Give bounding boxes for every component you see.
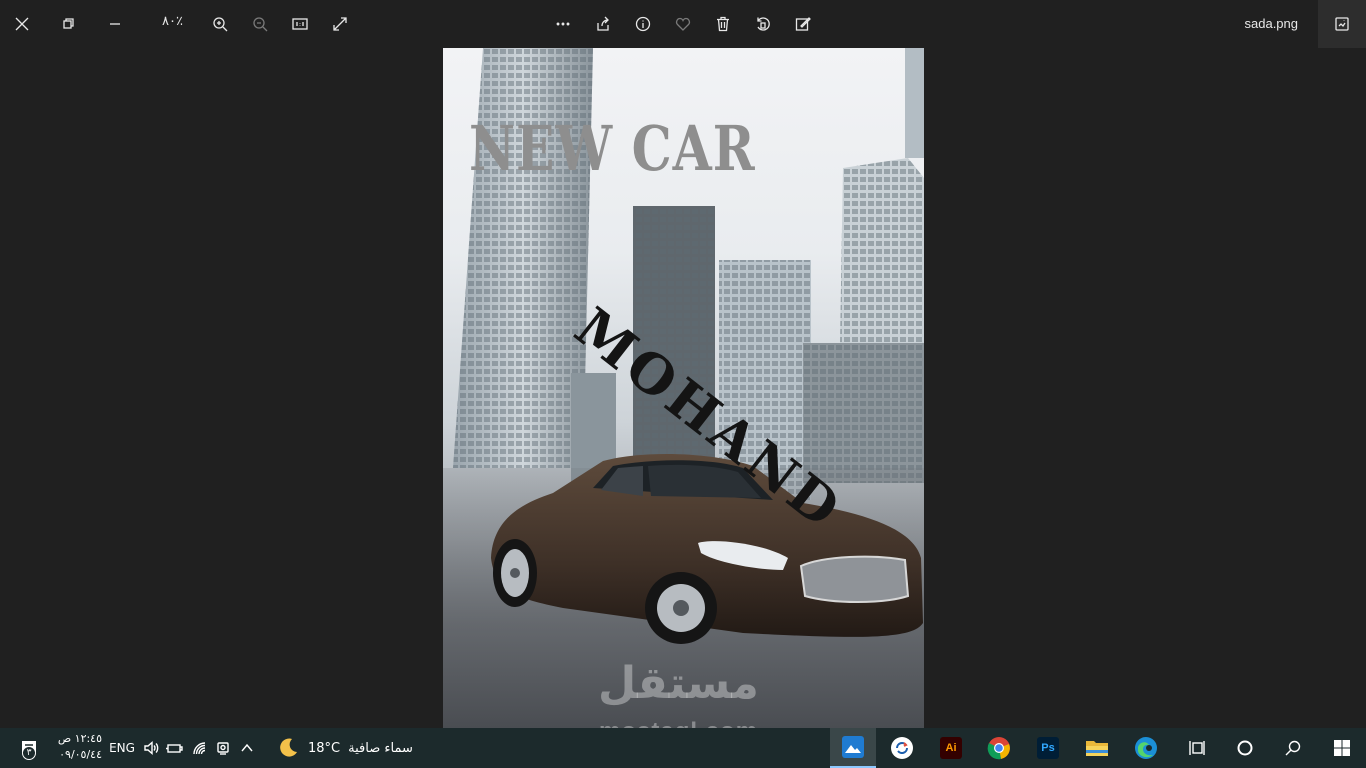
more-button[interactable] [547, 8, 579, 40]
taskbar-app-edge[interactable] [1123, 728, 1169, 768]
hidden-icons-button[interactable] [236, 728, 258, 768]
clock[interactable]: ١٢:٤٥ ص ٠٩/٠٥/٤٤ [52, 731, 102, 763]
filmstrip-button[interactable] [1318, 0, 1366, 48]
clock-time: ١٢:٤٥ ص [57, 732, 102, 745]
edit-button[interactable] [787, 8, 819, 40]
edit-icon [795, 17, 811, 31]
battery-icon [166, 744, 183, 753]
minimize-icon [110, 23, 120, 25]
wifi-icon [193, 742, 206, 755]
share-icon [597, 16, 609, 31]
displayed-image[interactable]: NEW CAR MOHAND مستقل mostaql.com [443, 48, 924, 728]
meet-now-button[interactable] [212, 728, 234, 768]
camera-icon [217, 742, 229, 755]
search-button[interactable] [1270, 728, 1316, 768]
photo-headline: NEW CAR [469, 112, 756, 186]
weather-temperature: 18°C [308, 740, 341, 756]
favorite-button[interactable] [667, 8, 699, 40]
zoom-in-button[interactable] [204, 8, 236, 40]
chrome-app-icon [987, 737, 1010, 760]
zoom-out-button[interactable] [244, 8, 276, 40]
filmstrip-icon [1335, 17, 1349, 31]
minimize-button[interactable] [99, 8, 131, 40]
illustrator-app-icon: Ai [940, 737, 962, 759]
actual-size-button[interactable] [284, 8, 316, 40]
taskbar-app-photoshop[interactable]: Ps [1025, 728, 1071, 768]
notification-center-button[interactable]: ٣ [6, 728, 50, 768]
close-button[interactable] [6, 8, 38, 40]
notification-count: ٣ [22, 746, 36, 760]
photoshop-app-icon: Ps [1037, 737, 1059, 759]
battery-button[interactable] [163, 728, 185, 768]
watermark-arabic: مستقل [598, 658, 759, 709]
sync-app-icon [891, 737, 913, 759]
fullscreen-button[interactable] [324, 8, 356, 40]
info-button[interactable] [627, 8, 659, 40]
taskbar-app-illustrator[interactable]: Ai [928, 728, 974, 768]
weather-widget[interactable]: 18°C سماء صافية [276, 728, 426, 768]
cortana-icon [1237, 740, 1253, 756]
taskbar-app-sync[interactable] [879, 728, 925, 768]
delete-icon [717, 16, 729, 32]
favorite-icon [675, 17, 691, 31]
clock-date: ٠٩/٠٥/٤٤ [59, 748, 102, 761]
rotate-icon [757, 17, 770, 31]
folder-icon [1086, 741, 1108, 756]
share-button[interactable] [587, 8, 619, 40]
actual-size-icon [292, 18, 308, 30]
restore-button[interactable] [52, 8, 84, 40]
windows-logo-icon [1334, 740, 1350, 756]
moon-icon [280, 738, 297, 757]
file-name: sada.png [1244, 16, 1299, 31]
weather-condition: سماء صافية [348, 740, 413, 756]
volume-button[interactable] [140, 728, 162, 768]
language-indicator[interactable]: ENG [108, 728, 136, 768]
task-view-button[interactable] [1174, 728, 1220, 768]
info-icon [635, 16, 651, 32]
delete-button[interactable] [707, 8, 739, 40]
watermark-latin: mostaql.com [599, 718, 758, 728]
speaker-icon [144, 740, 159, 756]
restore-icon [63, 18, 74, 29]
more-icon [556, 22, 570, 26]
wifi-button[interactable] [188, 728, 210, 768]
edge-app-icon [1135, 737, 1157, 759]
cortana-button[interactable] [1222, 728, 1268, 768]
taskbar-app-photos[interactable] [830, 728, 876, 768]
rotate-button[interactable] [747, 8, 779, 40]
fullscreen-icon [333, 17, 347, 31]
zoom-level-label: ٨٠٪ [162, 14, 183, 29]
zoom-out-icon [253, 17, 268, 32]
search-icon [1285, 740, 1301, 756]
taskbar-app-file-explorer[interactable] [1074, 728, 1120, 768]
viewer-toolbar: ٨٠٪ sada.png [0, 0, 1366, 48]
task-view-icon [1189, 741, 1205, 755]
chevron-up-icon [241, 743, 253, 752]
taskbar: ٣ ١٢:٤٥ ص ٠٩/٠٥/٤٤ ENG 18°C سماء صافية A… [0, 728, 1366, 768]
taskbar-app-chrome[interactable] [976, 728, 1022, 768]
zoom-in-icon [213, 17, 228, 32]
start-button[interactable] [1318, 728, 1366, 768]
photos-app-icon [842, 736, 864, 758]
close-icon [15, 17, 29, 31]
photos-app-window: ٨٠٪ sada.png NEW CAR MOHAND مستقل [0, 0, 1366, 728]
